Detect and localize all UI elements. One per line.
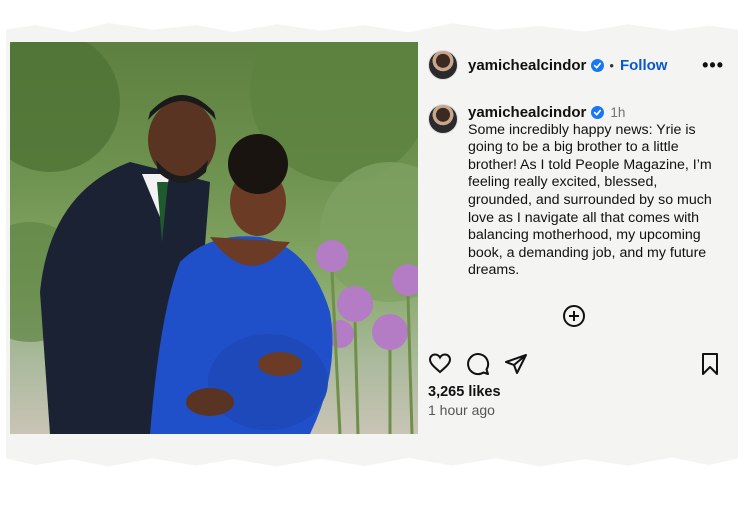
plus-circle-icon[interactable]	[562, 304, 586, 328]
avatar[interactable]	[428, 50, 458, 80]
caption-text: Some incredibly happy news: Yrie is goin…	[468, 121, 712, 279]
post-timestamp: 1 hour ago	[428, 402, 495, 418]
verified-badge-icon	[591, 106, 605, 120]
post-side-panel: yamichealcindor • Follow ••• yamichealci…	[424, 42, 730, 434]
caption-time[interactable]: 1h	[610, 104, 625, 122]
more-options-button[interactable]: •••	[702, 55, 724, 76]
follow-button[interactable]: Follow	[620, 57, 668, 74]
verified-badge-icon	[591, 58, 605, 72]
caption-body: yamichealcindor 1h Some incredibly happy…	[468, 104, 723, 280]
likes-count[interactable]: 3,265 likes	[428, 384, 501, 400]
post-photo[interactable]	[10, 42, 418, 434]
caption-head: yamichealcindor 1h	[468, 104, 723, 122]
action-bar	[428, 352, 718, 376]
header-username[interactable]: yamichealcindor	[468, 57, 586, 74]
caption-username[interactable]: yamichealcindor	[468, 104, 586, 122]
speech-bubble-icon[interactable]	[466, 352, 490, 376]
paper-plane-icon[interactable]	[504, 352, 528, 376]
couple-photo-illustration	[10, 42, 418, 434]
header-separator: •	[609, 57, 614, 73]
bookmark-icon[interactable]	[698, 352, 722, 376]
post-header: yamichealcindor • Follow •••	[428, 50, 724, 80]
caption: yamichealcindor 1h Some incredibly happy…	[428, 104, 728, 280]
caption-avatar[interactable]	[428, 104, 458, 134]
heart-icon[interactable]	[428, 352, 452, 376]
